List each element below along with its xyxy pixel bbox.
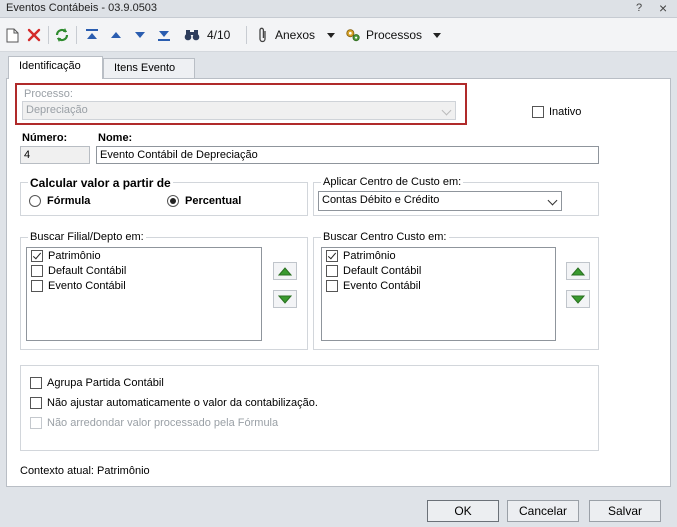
inativo-checkbox[interactable] — [532, 106, 544, 118]
anexos-menu[interactable]: Anexos — [275, 28, 315, 42]
toolbar-separator — [48, 26, 49, 44]
processos-dropdown-icon[interactable] — [433, 33, 441, 38]
cc-item-default-checkbox[interactable] — [326, 265, 338, 277]
next-record-icon[interactable] — [132, 27, 148, 43]
contexto-atual: Contexto atual: Patrimônio — [20, 465, 150, 477]
arrow-up-icon — [278, 266, 292, 275]
aplicar-select[interactable]: Contas Débito e Crédito — [318, 191, 562, 211]
toolbar: 4/10 Anexos Processos — [0, 18, 677, 52]
numero-field: 4 — [20, 146, 90, 164]
paperclip-icon[interactable] — [255, 27, 271, 43]
tab-itens-evento[interactable]: Itens Evento — [103, 58, 195, 78]
last-record-icon[interactable] — [156, 27, 172, 43]
nao-ajustar-label: Não ajustar automaticamente o valor da c… — [47, 397, 318, 409]
filial-move-down-button[interactable] — [273, 290, 297, 308]
anexos-dropdown-icon[interactable] — [327, 33, 335, 38]
close-button[interactable]: × — [659, 0, 667, 16]
cc-item-default: Default Contábil — [343, 265, 422, 277]
window-titlebar: Eventos Contábeis - 03.9.0503 ? × — [0, 0, 677, 18]
checkmark-icon — [32, 250, 42, 260]
arrow-up-icon — [571, 266, 585, 275]
cc-item-evento: Evento Contábil — [343, 280, 421, 292]
salvar-button[interactable]: Salvar — [589, 500, 661, 522]
cc-item-patrimonio-checkbox[interactable] — [326, 250, 338, 262]
binoculars-icon[interactable] — [184, 27, 200, 43]
cc-item-patrimonio: Patrimônio — [343, 250, 396, 262]
filial-item-default: Default Contábil — [48, 265, 127, 277]
new-document-icon[interactable] — [4, 27, 20, 43]
highlight-box — [15, 83, 467, 125]
checkmark-icon — [327, 250, 337, 260]
aplicar-value: Contas Débito e Crédito — [322, 194, 440, 206]
filial-move-up-button[interactable] — [273, 262, 297, 280]
radio-percentual[interactable] — [167, 195, 179, 207]
buscar-cc-title: Buscar Centro Custo em: — [321, 231, 449, 243]
delete-icon[interactable] — [26, 27, 42, 43]
processos-menu[interactable]: Processos — [366, 28, 422, 42]
agrupa-checkbox[interactable] — [30, 377, 42, 389]
aplicar-title: Aplicar Centro de Custo em: — [321, 176, 464, 188]
radio-formula-label: Fórmula — [47, 195, 91, 207]
refresh-icon[interactable] — [54, 27, 70, 43]
inativo-label: Inativo — [549, 106, 582, 118]
numero-label: Número: — [22, 132, 68, 144]
window-title: Eventos Contábeis - 03.9.0503 — [6, 2, 158, 14]
toolbar-separator — [76, 26, 77, 44]
radio-formula[interactable] — [29, 195, 41, 207]
filial-item-patrimonio: Patrimônio — [48, 250, 101, 262]
record-counter: 4/10 — [207, 28, 231, 42]
nao-arredondar-checkbox — [30, 417, 42, 429]
filial-item-default-checkbox[interactable] — [31, 265, 43, 277]
first-record-icon[interactable] — [84, 27, 100, 43]
arrow-down-icon — [571, 295, 585, 304]
radio-percentual-label: Percentual — [185, 195, 242, 207]
previous-record-icon[interactable] — [108, 27, 124, 43]
buscar-filial-title: Buscar Filial/Depto em: — [28, 231, 146, 243]
cc-move-down-button[interactable] — [566, 290, 590, 308]
nao-ajustar-checkbox[interactable] — [30, 397, 42, 409]
arrow-down-icon — [278, 295, 292, 304]
cc-item-evento-checkbox[interactable] — [326, 280, 338, 292]
ok-button[interactable]: OK — [427, 500, 499, 522]
chevron-down-icon[interactable] — [547, 195, 558, 206]
processos-gears-icon[interactable] — [345, 27, 361, 43]
nao-arredondar-label: Não arredondar valor processado pela Fór… — [47, 417, 279, 429]
nome-input[interactable]: Evento Contábil de Depreciação — [96, 146, 599, 164]
filial-item-evento-checkbox[interactable] — [31, 280, 43, 292]
calcular-title: Calcular valor a partir de — [28, 176, 173, 190]
cancelar-button[interactable]: Cancelar — [507, 500, 579, 522]
radio-selected-dot — [170, 198, 176, 204]
filial-item-patrimonio-checkbox[interactable] — [31, 250, 43, 262]
nome-label: Nome: — [98, 132, 133, 144]
cc-move-up-button[interactable] — [566, 262, 590, 280]
agrupa-label: Agrupa Partida Contábil — [47, 377, 164, 389]
toolbar-separator — [246, 26, 247, 44]
filial-item-evento: Evento Contábil — [48, 280, 126, 292]
tab-identificacao[interactable]: Identificação — [8, 56, 103, 79]
help-button[interactable]: ? — [636, 2, 642, 14]
